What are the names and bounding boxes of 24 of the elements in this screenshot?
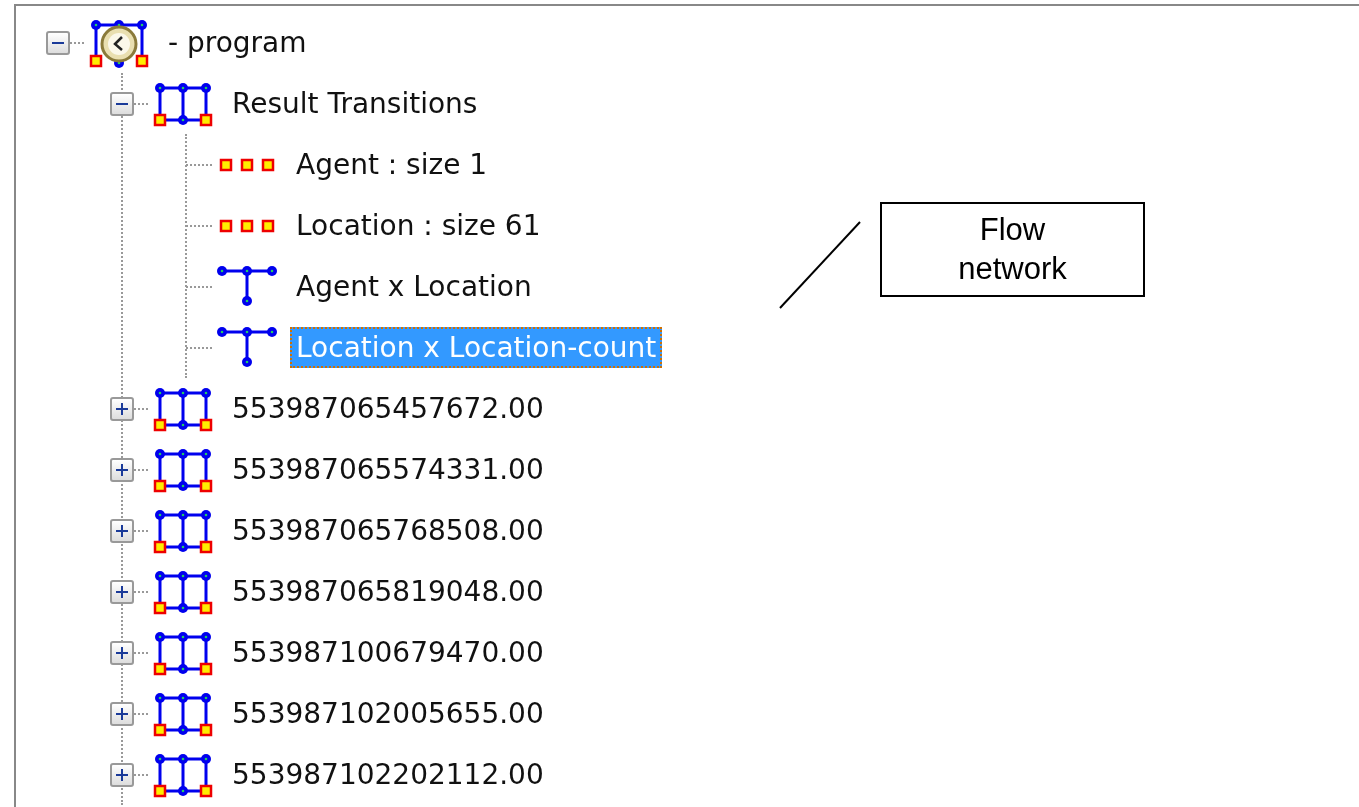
- node-set-icon: [219, 157, 275, 172]
- expand-toggle[interactable]: [110, 701, 134, 726]
- tree-item[interactable]: - program: [162, 22, 313, 63]
- expand-toggle[interactable]: [110, 640, 134, 665]
- tree-item[interactable]: 553987100679470.00: [226, 632, 550, 673]
- tree-item[interactable]: 553987102202112.00: [226, 754, 550, 795]
- expand-toggle[interactable]: [110, 579, 134, 604]
- node-set-icon: [219, 218, 275, 233]
- tree-item[interactable]: 553987102005655.00: [226, 693, 550, 734]
- tree-item[interactable]: 553987065768508.00: [226, 510, 550, 551]
- tree-item[interactable]: Location : size 61: [290, 205, 547, 246]
- tree-item[interactable]: Agent : size 1: [290, 144, 494, 185]
- expand-toggle[interactable]: [110, 518, 134, 543]
- expand-toggle[interactable]: [110, 762, 134, 787]
- collapse-toggle[interactable]: [110, 91, 134, 116]
- tree-item[interactable]: 553987065457672.00: [226, 388, 550, 429]
- tree-item[interactable]: 553987065574331.00: [226, 449, 550, 490]
- expand-toggle[interactable]: [110, 396, 134, 421]
- tree-item[interactable]: 553987065819048.00: [226, 571, 550, 612]
- expand-toggle[interactable]: [110, 457, 134, 482]
- tree-item[interactable]: Agent x Location: [290, 266, 538, 307]
- callout-label: Flow network: [880, 202, 1145, 297]
- tree-item[interactable]: Result Transitions: [226, 83, 484, 124]
- collapse-toggle[interactable]: [46, 30, 70, 55]
